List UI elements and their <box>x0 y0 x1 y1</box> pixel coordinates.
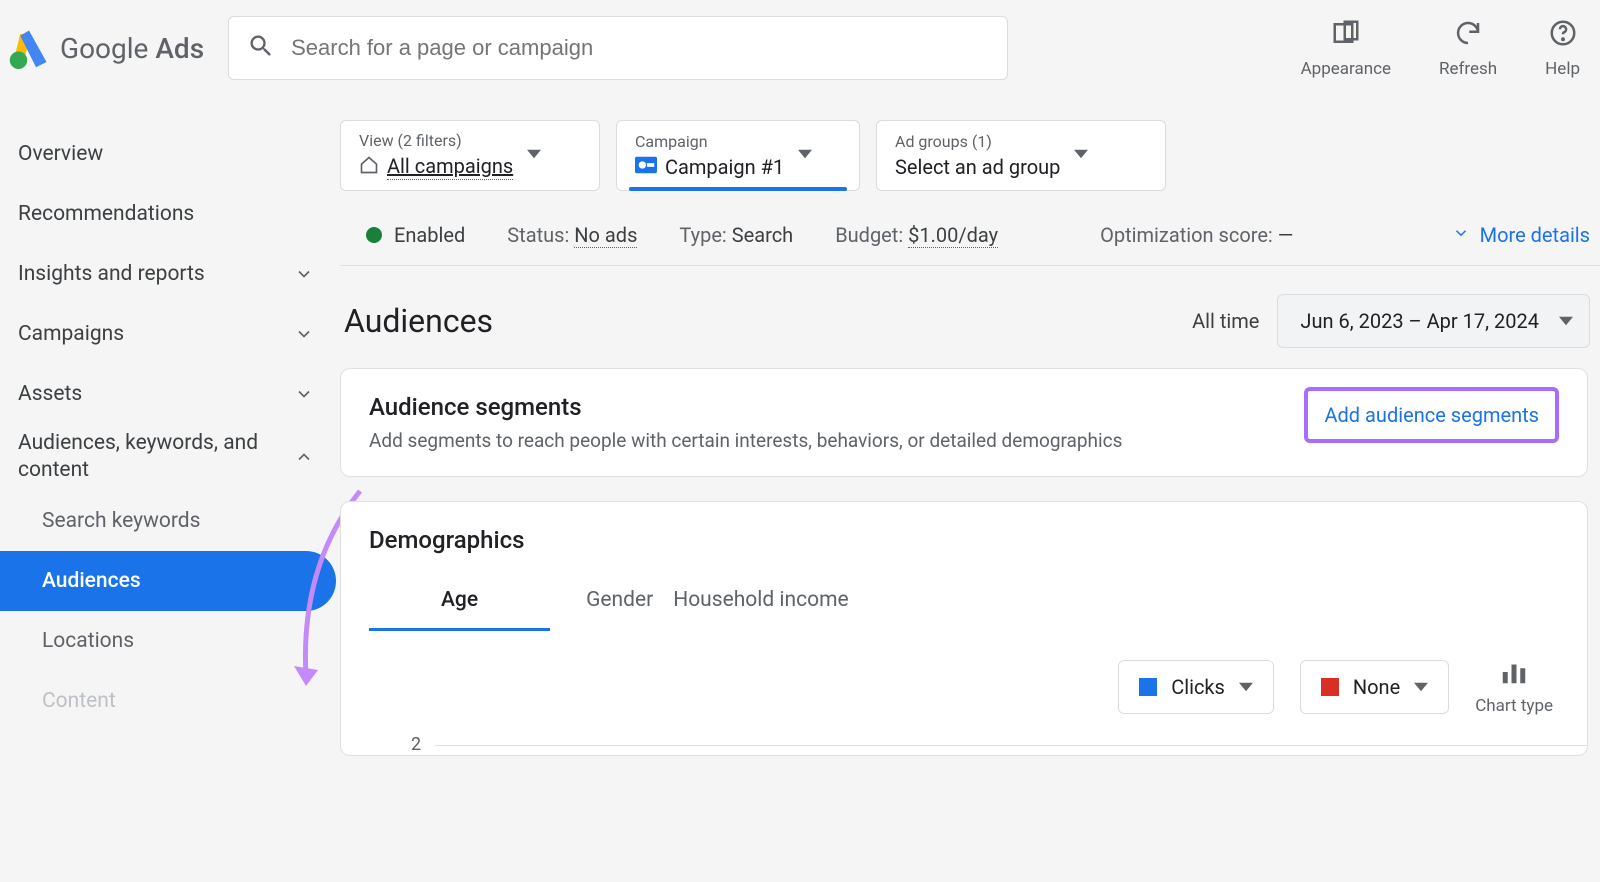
appearance-label: Appearance <box>1301 59 1391 79</box>
appearance-button[interactable]: Appearance <box>1301 18 1391 79</box>
help-button[interactable]: Help <box>1545 18 1580 79</box>
tab-age[interactable]: Age <box>369 572 550 631</box>
more-details-toggle[interactable]: More details <box>1452 223 1600 247</box>
google-ads-logo-icon <box>8 27 50 69</box>
chevron-up-icon <box>294 447 314 467</box>
sidebar-item-search-keywords[interactable]: Search keywords <box>0 491 336 551</box>
tab-household-income[interactable]: Household income <box>663 572 884 631</box>
logo[interactable]: Google Ads <box>8 27 204 69</box>
caret-down-icon <box>1239 675 1253 699</box>
home-icon <box>359 155 379 180</box>
sidebar-label: Overview <box>18 142 103 166</box>
metric-secondary-select[interactable]: None <box>1300 660 1449 714</box>
metric-color-swatch-icon <box>1321 678 1339 696</box>
help-icon <box>1548 18 1578 53</box>
date-range-picker[interactable]: Jun 6, 2023 – Apr 17, 2024 <box>1277 294 1590 348</box>
adgroup-selector[interactable]: Ad groups (1) Select an ad group <box>876 120 1166 191</box>
refresh-label: Refresh <box>1439 59 1497 79</box>
tab-gender[interactable]: Gender <box>550 572 663 631</box>
search-input[interactable] <box>291 35 989 61</box>
audience-segments-card: Audience segments Add segments to reach … <box>340 368 1588 477</box>
chip-value: Campaign #1 <box>665 155 784 179</box>
sidebar-item-audiences-keywords-content[interactable]: Audiences, keywords, and content <box>0 424 336 491</box>
view-selector[interactable]: View (2 filters) All campaigns <box>340 120 600 191</box>
status-enabled-label: Enabled <box>394 223 465 247</box>
caret-down-icon <box>798 146 812 165</box>
sidebar-item-recommendations[interactable]: Recommendations <box>0 184 336 244</box>
sidebar-label: Content <box>42 689 116 713</box>
appearance-icon <box>1331 18 1361 53</box>
refresh-icon <box>1453 18 1483 53</box>
optscore-text: Optimization score: — <box>1100 223 1293 247</box>
sidebar-item-assets[interactable]: Assets <box>0 364 336 424</box>
metric-color-swatch-icon <box>1139 678 1157 696</box>
campaign-selector[interactable]: Campaign Campaign #1 <box>616 120 860 191</box>
sidebar-item-audiences[interactable]: Audiences <box>0 551 336 611</box>
chip-value: Select an ad group <box>895 155 1060 179</box>
chip-value: All campaigns <box>387 154 513 180</box>
sidebar-label: Campaigns <box>18 322 124 346</box>
chevron-down-icon <box>294 264 314 284</box>
metric-primary-label: Clicks <box>1171 675 1225 699</box>
timerange-preset[interactable]: All time <box>1192 309 1259 333</box>
caret-down-icon <box>1074 146 1088 165</box>
bar-chart-icon <box>1499 657 1529 692</box>
sidebar-label: Locations <box>42 629 134 653</box>
caret-down-icon <box>1414 675 1428 699</box>
chevron-down-icon <box>294 324 314 344</box>
header-actions: Appearance Refresh Help <box>1301 18 1580 79</box>
card-subtitle: Add segments to reach people with certai… <box>369 429 1122 452</box>
sidebar-item-insights[interactable]: Insights and reports <box>0 244 336 304</box>
search-bar[interactable] <box>228 16 1008 80</box>
y-axis-tick: 2 <box>411 734 1559 755</box>
help-label: Help <box>1545 59 1580 79</box>
page-title: Audiences <box>344 302 493 340</box>
caret-down-icon <box>527 146 541 165</box>
chevron-down-icon <box>1452 223 1470 247</box>
chevron-down-icon <box>294 384 314 404</box>
sidebar-label: Search keywords <box>42 509 200 533</box>
chart-type-button[interactable]: Chart type <box>1475 657 1553 716</box>
sidebar-label: Audiences <box>42 569 141 593</box>
refresh-button[interactable]: Refresh <box>1439 18 1497 79</box>
caret-down-icon <box>1559 309 1573 333</box>
chart-type-label: Chart type <box>1475 696 1553 716</box>
sidebar-label: Audiences, keywords, and content <box>18 430 268 485</box>
sidebar-item-locations[interactable]: Locations <box>0 611 336 671</box>
demographics-card: Demographics Age Gender Household income… <box>340 501 1588 756</box>
more-details-label: More details <box>1480 223 1590 247</box>
card-title: Demographics <box>369 526 1559 554</box>
app-header: Google Ads Appearance Refresh Help <box>0 0 1600 96</box>
sidebar-item-overview[interactable]: Overview <box>0 124 336 184</box>
sidebar-label: Assets <box>18 382 82 406</box>
budget-text: Budget: $1.00/day <box>835 223 998 247</box>
search-icon <box>247 32 275 64</box>
chart-controls: Clicks None Chart type <box>369 657 1559 716</box>
sidebar-label: Insights and reports <box>18 262 205 286</box>
status-text: Status: No ads <box>507 223 637 247</box>
add-audience-segments-button[interactable]: Add audience segments <box>1304 387 1559 443</box>
logo-text: Google Ads <box>60 32 204 65</box>
status-enabled-dot-icon <box>366 227 382 243</box>
campaign-status-bar: Enabled Status: No ads Type: Search Budg… <box>340 205 1600 266</box>
page-title-row: Audiences All time Jun 6, 2023 – Apr 17,… <box>340 266 1600 368</box>
demographics-tabs: Age Gender Household income <box>369 572 1559 631</box>
sidebar-label: Recommendations <box>18 202 194 226</box>
chip-label: View (2 filters) <box>359 131 513 150</box>
date-range-value: Jun 6, 2023 – Apr 17, 2024 <box>1300 309 1539 333</box>
scope-chips: View (2 filters) All campaigns Campaign … <box>340 120 1600 205</box>
campaign-icon <box>635 155 657 179</box>
sidebar-item-campaigns[interactable]: Campaigns <box>0 304 336 364</box>
chip-label: Ad groups (1) <box>895 132 1060 151</box>
metric-primary-select[interactable]: Clicks <box>1118 660 1274 714</box>
card-title: Audience segments <box>369 393 1122 421</box>
chip-label: Campaign <box>635 132 784 151</box>
sidebar-item-content[interactable]: Content <box>0 671 336 731</box>
type-text: Type: Search <box>679 223 793 247</box>
metric-secondary-label: None <box>1353 675 1400 699</box>
sidebar: Overview Recommendations Insights and re… <box>0 96 336 882</box>
main-content: View (2 filters) All campaigns Campaign … <box>336 96 1600 882</box>
